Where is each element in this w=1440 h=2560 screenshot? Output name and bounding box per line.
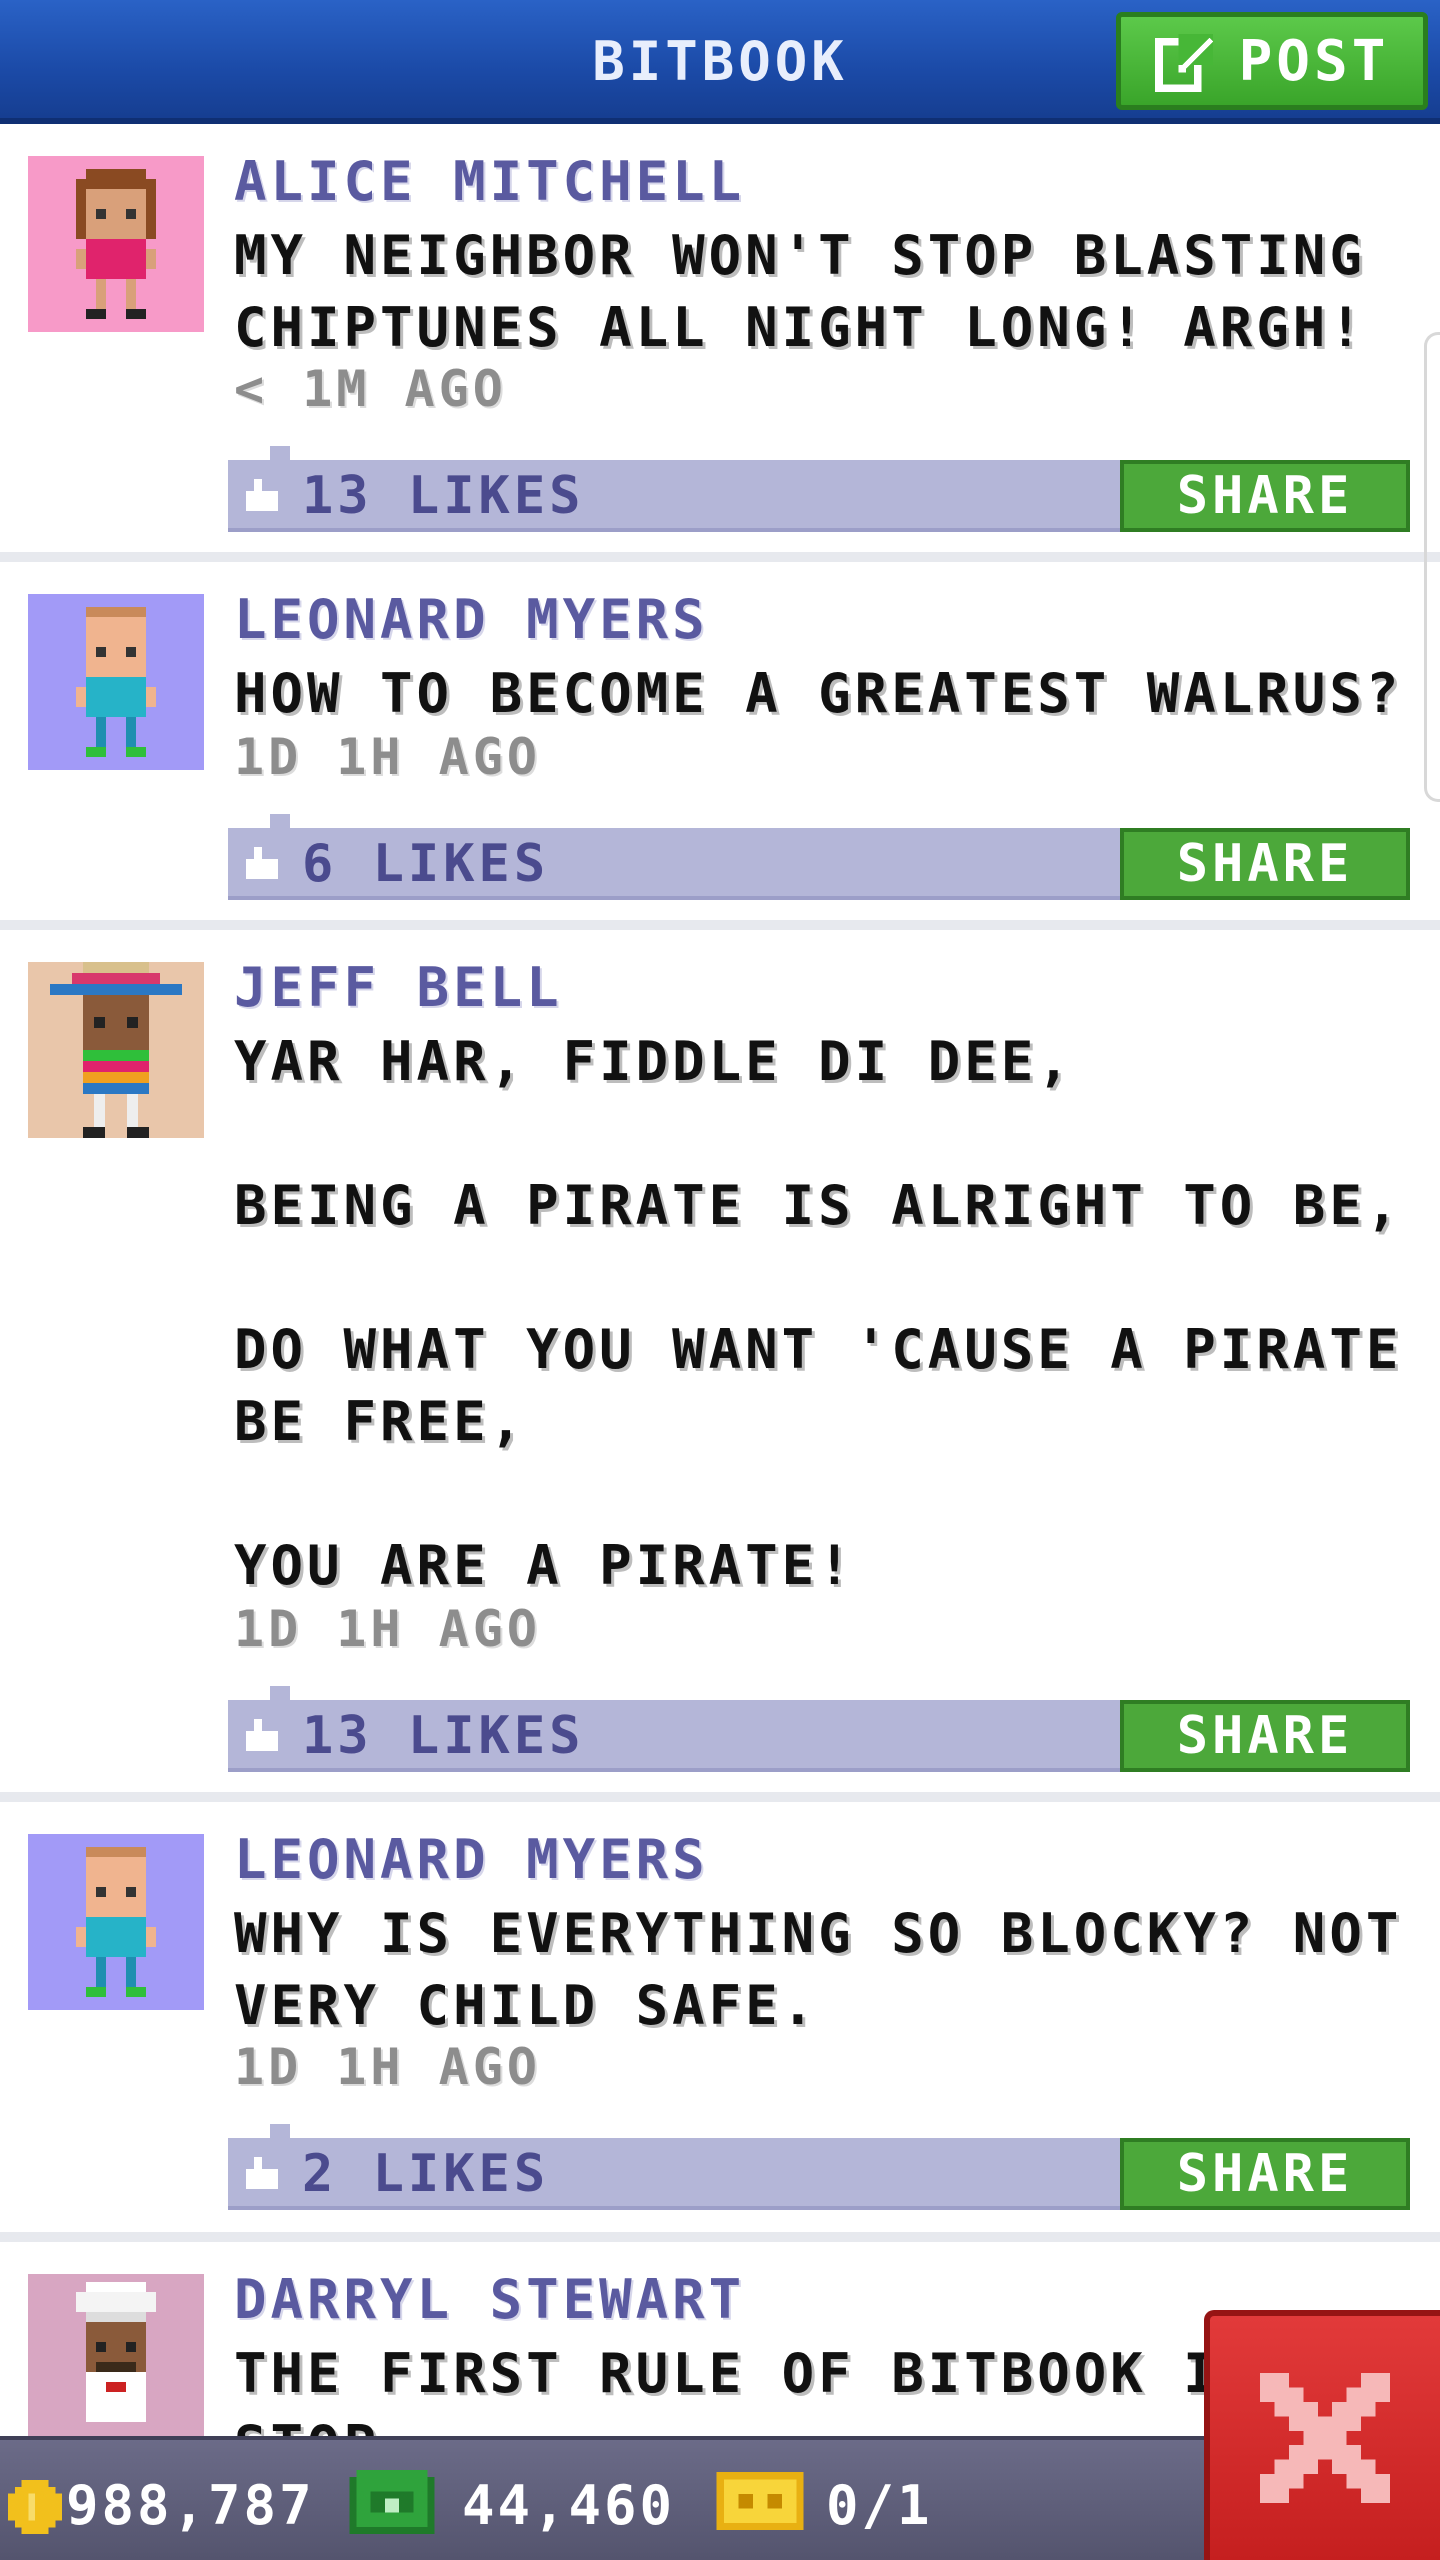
feed-post: JEFF BELL YAR HAR, FIDDLE DI DEE, BEING … <box>0 930 1440 1802</box>
post-time: 1D 1H AGO <box>234 2038 541 2096</box>
post-author[interactable]: ALICE MITCHELL <box>234 150 745 213</box>
coin-icon <box>8 2480 62 2534</box>
post-time: < 1M AGO <box>234 360 507 418</box>
post-message: HOW TO BECOME A GREATEST WALRUS? <box>234 662 1403 725</box>
character-sprite <box>76 607 156 757</box>
likes-bar: 13 LIKES SHARE <box>228 446 1410 532</box>
share-button[interactable]: SHARE <box>1120 460 1410 532</box>
feed-post: ALICE MITCHELL MY NEIGHBOR WON'T STOP BL… <box>0 124 1440 562</box>
likes-bar: 2 LIKES SHARE <box>228 2124 1410 2210</box>
post-author[interactable]: JEFF BELL <box>234 956 563 1019</box>
post-time: 1D 1H AGO <box>234 1600 541 1658</box>
character-sprite <box>76 1847 156 1997</box>
character-sprite <box>76 169 156 319</box>
feed-post: LEONARD MYERS HOW TO BECOME A GREATEST W… <box>0 562 1440 930</box>
tickets-count: 0/1 <box>826 2474 933 2537</box>
post-time: 1D 1H AGO <box>234 728 541 786</box>
scroll-indicator <box>1424 332 1440 802</box>
share-button[interactable]: SHARE <box>1120 828 1410 900</box>
coins-count: 988,787 <box>66 2474 315 2537</box>
close-button[interactable] <box>1204 2310 1440 2560</box>
likes-count: 13 LIKES <box>302 1706 585 1766</box>
post-author[interactable]: LEONARD MYERS <box>234 1828 709 1891</box>
likes-count: 2 LIKES <box>302 2144 550 2204</box>
likes-bar: 6 LIKES SHARE <box>228 814 1410 900</box>
thumbs-up-icon[interactable] <box>242 1718 282 1752</box>
likes-count: 13 LIKES <box>302 466 585 526</box>
share-button[interactable]: SHARE <box>1120 1700 1410 1772</box>
close-icon <box>1260 2373 1390 2503</box>
post-button[interactable]: POST <box>1116 12 1428 110</box>
news-feed[interactable]: ALICE MITCHELL MY NEIGHBOR WON'T STOP BL… <box>0 124 1440 2436</box>
likes-bar: 13 LIKES SHARE <box>228 1686 1410 1772</box>
avatar <box>28 962 204 1138</box>
feed-post: LEONARD MYERS WHY IS EVERYTHING SO BLOCK… <box>0 1802 1440 2242</box>
character-sprite <box>76 2282 156 2422</box>
avatar <box>28 156 204 332</box>
avatar <box>28 594 204 770</box>
app-header: BITBOOK POST <box>0 0 1440 124</box>
post-author[interactable]: DARRYL STEWART <box>234 2268 745 2331</box>
likes-count: 6 LIKES <box>302 834 550 894</box>
post-label: POST <box>1238 28 1390 94</box>
post-message: MY NEIGHBOR WON'T STOP BLASTING CHIPTUNE… <box>234 224 1366 359</box>
bux-count: 44,460 <box>462 2474 676 2537</box>
ticket-icon <box>716 2472 804 2530</box>
edit-icon <box>1154 33 1213 92</box>
post-author[interactable]: LEONARD MYERS <box>234 588 709 651</box>
avatar <box>28 2274 204 2436</box>
character-sprite <box>50 962 182 1138</box>
post-message: YAR HAR, FIDDLE DI DEE, BEING A PIRATE I… <box>234 1030 1403 1597</box>
post-message: WHY IS EVERYTHING SO BLOCKY? NOT VERY CH… <box>234 1902 1403 2037</box>
thumbs-up-icon[interactable] <box>242 478 282 512</box>
thumbs-up-icon[interactable] <box>242 2156 282 2190</box>
cash-icon <box>349 2470 435 2534</box>
share-button[interactable]: SHARE <box>1120 2138 1410 2210</box>
thumbs-up-icon[interactable] <box>242 846 282 880</box>
avatar <box>28 1834 204 2010</box>
